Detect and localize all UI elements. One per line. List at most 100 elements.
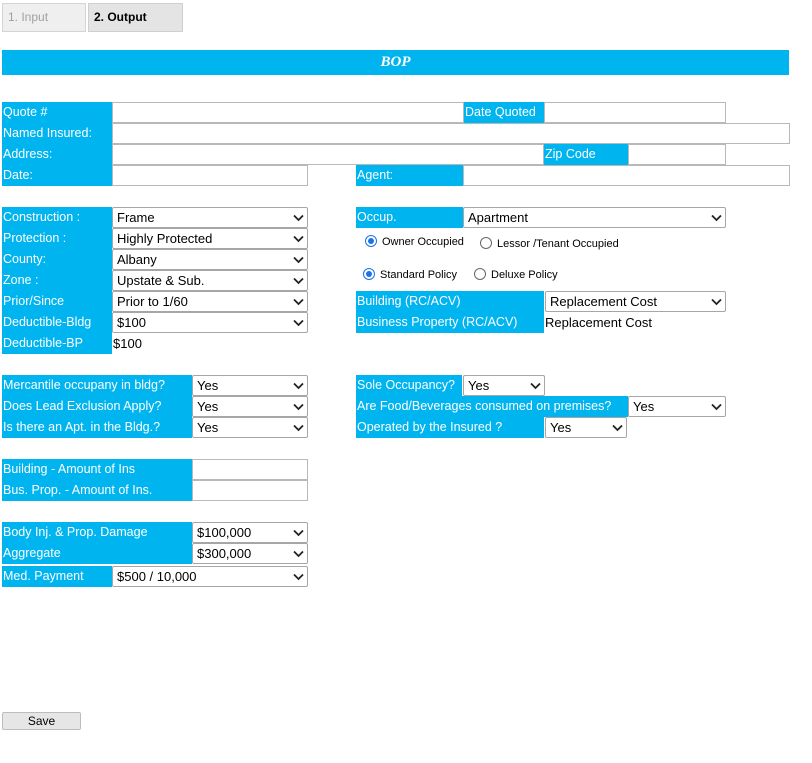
body-injury-value: $100,000 bbox=[197, 525, 252, 540]
chevron-down-icon bbox=[711, 214, 722, 222]
occup-value: Apartment bbox=[468, 210, 528, 225]
sole-occupancy-select[interactable]: Yes bbox=[463, 375, 545, 396]
prior-since-select[interactable]: Prior to 1/60 bbox=[112, 291, 308, 312]
building-rc-select[interactable]: Replacement Cost bbox=[545, 291, 726, 312]
aggregate-label: Aggregate bbox=[2, 543, 192, 564]
med-payment-value: $500 / 10,000 bbox=[117, 569, 197, 584]
quote-input[interactable] bbox=[112, 102, 464, 123]
chevron-down-icon bbox=[293, 424, 304, 432]
food-beverages-label: Are Food/Beverages consumed on premises? bbox=[356, 396, 628, 417]
protection-label: Protection : bbox=[2, 228, 112, 249]
date-label: Date: bbox=[2, 165, 112, 186]
apt-in-bldg-label: Is there an Apt. in the Bldg.? bbox=[2, 417, 192, 438]
lessor-tenant-label: Lessor /Tenant Occupied bbox=[497, 238, 619, 250]
deductible-bp-label: Deductible-BP bbox=[2, 333, 112, 354]
chevron-down-icon bbox=[293, 256, 304, 264]
building-rc-value: Replacement Cost bbox=[550, 294, 657, 309]
county-select[interactable]: Albany bbox=[112, 249, 308, 270]
operated-by-insured-label: Operated by the Insured ? bbox=[356, 417, 544, 438]
med-payment-label: Med. Payment bbox=[2, 566, 112, 587]
aggregate-value: $300,000 bbox=[197, 546, 252, 561]
bp-amount-label: Bus. Prop. - Amount of Ins. bbox=[2, 480, 192, 501]
deductible-bldg-label: Deductible-Bldg bbox=[2, 312, 112, 333]
food-beverages-value: Yes bbox=[633, 399, 655, 414]
apt-in-bldg-select[interactable]: Yes bbox=[192, 417, 308, 438]
zip-label: Zip Code bbox=[544, 144, 628, 165]
chevron-down-icon bbox=[293, 235, 304, 243]
chevron-down-icon bbox=[293, 550, 304, 558]
zone-select[interactable]: Upstate & Sub. bbox=[112, 270, 308, 291]
construction-label: Construction : bbox=[2, 207, 112, 228]
construction-select[interactable]: Frame bbox=[112, 207, 308, 228]
agent-input[interactable] bbox=[463, 165, 790, 186]
save-button[interactable]: Save bbox=[2, 712, 81, 730]
quote-label: Quote # bbox=[2, 102, 112, 123]
chevron-down-icon bbox=[711, 403, 722, 411]
lead-exclusion-label: Does Lead Exclusion Apply? bbox=[2, 396, 192, 417]
zone-value: Upstate & Sub. bbox=[117, 273, 205, 288]
sole-occupancy-value: Yes bbox=[468, 378, 490, 393]
business-property-rc-value: Replacement Cost bbox=[545, 315, 652, 330]
body-injury-label: Body Inj. & Prop. Damage bbox=[2, 522, 192, 543]
aggregate-select[interactable]: $300,000 bbox=[192, 543, 308, 564]
protection-select[interactable]: Highly Protected bbox=[112, 228, 308, 249]
building-rc-label: Building (RC/ACV) bbox=[356, 291, 544, 312]
chevron-down-icon bbox=[293, 529, 304, 537]
address-label: Address: bbox=[2, 144, 112, 165]
zone-label: Zone : bbox=[2, 270, 112, 291]
date-input[interactable] bbox=[112, 165, 308, 186]
building-amount-label: Building - Amount of Ins bbox=[2, 459, 192, 480]
construction-value: Frame bbox=[117, 210, 155, 225]
chevron-down-icon bbox=[293, 277, 304, 285]
chevron-down-icon bbox=[293, 382, 304, 390]
lead-exclusion-select[interactable]: Yes bbox=[192, 396, 308, 417]
agent-label: Agent: bbox=[356, 165, 463, 186]
building-amount-input[interactable] bbox=[192, 459, 308, 480]
sole-occupancy-label: Sole Occupancy? bbox=[356, 375, 462, 396]
standard-policy-label: Standard Policy bbox=[380, 269, 458, 281]
owner-occupied-label: Owner Occupied bbox=[382, 236, 464, 248]
county-label: County: bbox=[2, 249, 112, 270]
deductible-bldg-value: $100 bbox=[117, 315, 146, 330]
deductible-bldg-select[interactable]: $100 bbox=[112, 312, 308, 333]
chevron-down-icon bbox=[293, 298, 304, 306]
prior-since-label: Prior/Since bbox=[2, 291, 112, 312]
bp-amount-input[interactable] bbox=[192, 480, 308, 501]
mercantile-label: Mercantile occupany in bldg? bbox=[2, 375, 192, 396]
chevron-down-icon bbox=[612, 424, 623, 432]
chevron-down-icon bbox=[711, 298, 722, 306]
prior-since-value: Prior to 1/60 bbox=[117, 294, 188, 309]
chevron-down-icon bbox=[530, 382, 541, 390]
occup-label: Occup. bbox=[356, 207, 463, 228]
apt-in-bldg-value: Yes bbox=[197, 420, 219, 435]
deductible-bp-value: $100 bbox=[113, 336, 142, 351]
date-quoted-input[interactable] bbox=[544, 102, 726, 123]
named-insured-input[interactable] bbox=[112, 123, 790, 144]
food-beverages-select[interactable]: Yes bbox=[628, 396, 726, 417]
protection-value: Highly Protected bbox=[117, 231, 213, 246]
med-payment-select[interactable]: $500 / 10,000 bbox=[112, 566, 308, 587]
chevron-down-icon bbox=[293, 403, 304, 411]
mercantile-select[interactable]: Yes bbox=[192, 375, 308, 396]
mercantile-value: Yes bbox=[197, 378, 219, 393]
address-input[interactable] bbox=[112, 144, 544, 165]
body-injury-select[interactable]: $100,000 bbox=[192, 522, 308, 543]
operated-by-insured-value: Yes bbox=[550, 420, 572, 435]
radio-selected-icon bbox=[363, 268, 375, 280]
deluxe-policy-label: Deluxe Policy bbox=[491, 269, 558, 281]
occup-select[interactable]: Apartment bbox=[463, 207, 726, 228]
chevron-down-icon bbox=[293, 214, 304, 222]
operated-by-insured-select[interactable]: Yes bbox=[545, 417, 627, 438]
tab-input[interactable]: 1. Input bbox=[2, 3, 86, 32]
radio-unselected-icon bbox=[474, 268, 486, 280]
tab-output[interactable]: 2. Output bbox=[88, 3, 183, 32]
zip-input[interactable] bbox=[628, 144, 726, 165]
named-insured-label: Named Insured: bbox=[2, 123, 112, 144]
chevron-down-icon bbox=[293, 319, 304, 327]
date-quoted-label: Date Quoted bbox=[464, 102, 544, 123]
radio-selected-icon bbox=[365, 235, 377, 247]
business-property-rc-label: Business Property (RC/ACV) bbox=[356, 312, 544, 333]
chevron-down-icon bbox=[293, 573, 304, 581]
lead-exclusion-value: Yes bbox=[197, 399, 219, 414]
page-title: BOP bbox=[2, 50, 789, 75]
